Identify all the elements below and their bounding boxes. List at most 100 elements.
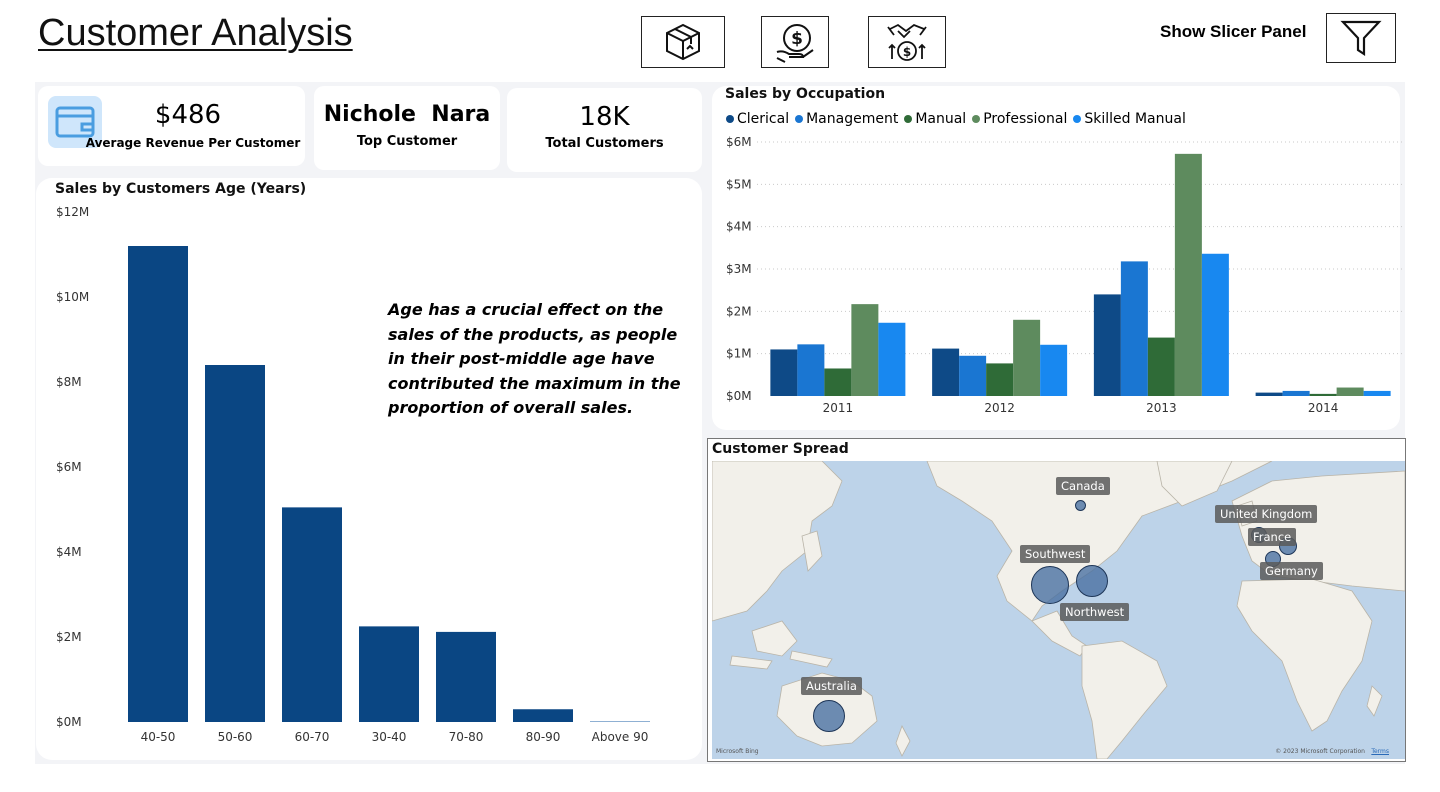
- age-x-tick: 60-70: [295, 730, 330, 744]
- occ-x-tick: 2014: [1308, 401, 1339, 415]
- legend-label: Management: [806, 111, 899, 127]
- age-chart: $0M $2M $4M $6M $8M $10M $12M 40-50 50-60 60-70 30…: [56, 205, 650, 744]
- legend-item-professional[interactable]: Professional: [972, 111, 1067, 127]
- age-y-tick: $10M: [56, 290, 89, 304]
- product-page-button[interactable]: [641, 16, 725, 68]
- legend-item-manual[interactable]: Manual: [904, 111, 966, 127]
- map-label-united-kingdom: United Kingdom: [1215, 505, 1318, 523]
- revenue-page-button[interactable]: $: [761, 16, 829, 68]
- legend-swatch: [726, 115, 734, 123]
- legend-label: Professional: [983, 111, 1068, 127]
- customer-page-button[interactable]: $: [868, 16, 946, 68]
- occ-y-tick: $1M: [726, 347, 752, 361]
- legend-swatch: [972, 115, 981, 123]
- age-x-tick: 30-40: [372, 730, 407, 744]
- legend-label: Manual: [915, 111, 967, 127]
- age-bar[interactable]: [282, 507, 342, 722]
- age-bar[interactable]: [436, 631, 496, 722]
- age-insight-text: Age has a crucial effect on the sales of…: [388, 300, 681, 417]
- occupation-chart: $0M $1M $2M $3M $4M $5M $6M 2011 2012 2013 2014: [726, 135, 1404, 415]
- occ-y-tick: $5M: [726, 177, 752, 191]
- occ-y-tick: $2M: [726, 304, 752, 318]
- age-bar[interactable]: [513, 709, 573, 722]
- map-label-southwest: Southwest: [1020, 545, 1091, 563]
- kpi-value-revenue: $486: [154, 100, 222, 130]
- occ-bar-professional[interactable]: [1013, 319, 1041, 396]
- legend-item-management[interactable]: Management: [795, 111, 898, 127]
- occ-bar-management[interactable]: [1120, 261, 1148, 396]
- legend-label: Skilled Manual: [1084, 111, 1186, 127]
- map-title: Customer Spread: [712, 441, 849, 457]
- occ-bar-clerical[interactable]: [770, 349, 798, 396]
- occ-bar-manual[interactable]: [1147, 337, 1175, 396]
- occ-bar-skilled_manual[interactable]: [1363, 390, 1391, 396]
- page-title: Customer Analysis: [38, 12, 353, 54]
- legend-swatch: [1073, 115, 1082, 123]
- svg-text:$: $: [903, 45, 911, 59]
- kpi-label-revenue: Average Revenue Per Customer: [85, 136, 301, 150]
- occ-y-tick: $3M: [726, 262, 752, 276]
- occ-bar-clerical[interactable]: [1093, 294, 1121, 396]
- legend-item-skilled_manual[interactable]: Skilled Manual: [1073, 111, 1186, 127]
- age-bar[interactable]: [359, 626, 419, 722]
- kpi-value-total-customers: 18K: [579, 102, 630, 132]
- map-label-canada: Canada: [1056, 477, 1110, 495]
- map-label-northwest: Northwest: [1060, 603, 1130, 621]
- occ-bar-skilled_manual[interactable]: [878, 322, 906, 396]
- occ-bar-manual[interactable]: [986, 363, 1014, 396]
- map-bubble-australia[interactable]: [813, 700, 845, 732]
- occ-bar-management[interactable]: [1282, 390, 1310, 396]
- age-bar[interactable]: [205, 365, 265, 722]
- occ-bar-skilled_manual[interactable]: [1201, 253, 1229, 396]
- kpi-value-top-customer: Nichole Nara: [323, 102, 491, 127]
- kpi-card-top-customer: Nichole Nara Top Customer: [314, 86, 500, 170]
- occupation-chart-title: Sales by Occupation: [725, 86, 886, 102]
- occ-bar-professional[interactable]: [1336, 387, 1364, 396]
- age-x-tick: Above 90: [592, 730, 649, 744]
- map-terms-link[interactable]: Terms: [1371, 748, 1389, 755]
- map-bubble-northwest[interactable]: [1076, 565, 1108, 597]
- legend-label: Clerical: [737, 111, 790, 127]
- occ-bar-management[interactable]: [959, 355, 987, 396]
- age-bar[interactable]: [590, 721, 650, 722]
- occ-bar-skilled_manual[interactable]: [1040, 344, 1068, 396]
- occ-bar-clerical[interactable]: [1255, 392, 1283, 396]
- map-bubble-southwest[interactable]: [1031, 566, 1069, 604]
- legend-swatch: [795, 115, 804, 123]
- occ-bar-professional[interactable]: [1174, 153, 1202, 396]
- occ-bar-professional[interactable]: [851, 304, 879, 396]
- occ-bar-manual[interactable]: [824, 368, 852, 396]
- show-slicer-button[interactable]: [1326, 13, 1396, 63]
- kpi-label-top-customer: Top Customer: [356, 134, 458, 149]
- occ-y-tick: $4M: [726, 220, 752, 234]
- legend-item-clerical[interactable]: Clerical: [726, 111, 789, 127]
- age-y-tick: $6M: [56, 460, 82, 474]
- age-x-tick: 40-50: [141, 730, 176, 744]
- age-chart-title: Sales by Customers Age (Years): [55, 181, 307, 197]
- handshake-growth-icon: $: [887, 23, 927, 61]
- map-label-germany: Germany: [1260, 562, 1323, 580]
- occ-x-tick: 2011: [823, 401, 854, 415]
- map-bubble-canada[interactable]: [1075, 500, 1086, 511]
- age-x-tick: 70-80: [449, 730, 484, 744]
- kpi-card-total-customers: 18K Total Customers: [507, 88, 702, 172]
- customer-spread-map[interactable]: Customer Spread Canada United Kingdom Fr: [707, 438, 1406, 762]
- slicer-panel-label: Show Slicer Panel: [1160, 22, 1307, 41]
- age-bar[interactable]: [128, 246, 188, 722]
- map-attribution-bing: Microsoft Bing: [716, 748, 759, 755]
- occ-bar-clerical[interactable]: [932, 348, 960, 396]
- package-icon: [666, 23, 700, 61]
- age-y-tick: $2M: [56, 630, 82, 644]
- kpi-card-revenue: $486 Average Revenue Per Customer: [38, 86, 305, 166]
- occ-bar-management[interactable]: [797, 344, 825, 396]
- occ-y-tick: $6M: [726, 135, 752, 149]
- age-y-tick: $8M: [56, 375, 82, 389]
- age-y-tick: $0M: [56, 715, 82, 729]
- kpi-label-total-customers: Total Customers: [545, 136, 664, 151]
- map-label-france: France: [1248, 528, 1297, 546]
- legend-swatch: [904, 115, 913, 123]
- occ-bar-manual[interactable]: [1309, 393, 1337, 396]
- occ-y-tick: $0M: [726, 389, 752, 403]
- map-attribution-copyright: © 2023 Microsoft Corporation: [1275, 748, 1365, 755]
- age-x-tick: 50-60: [218, 730, 253, 744]
